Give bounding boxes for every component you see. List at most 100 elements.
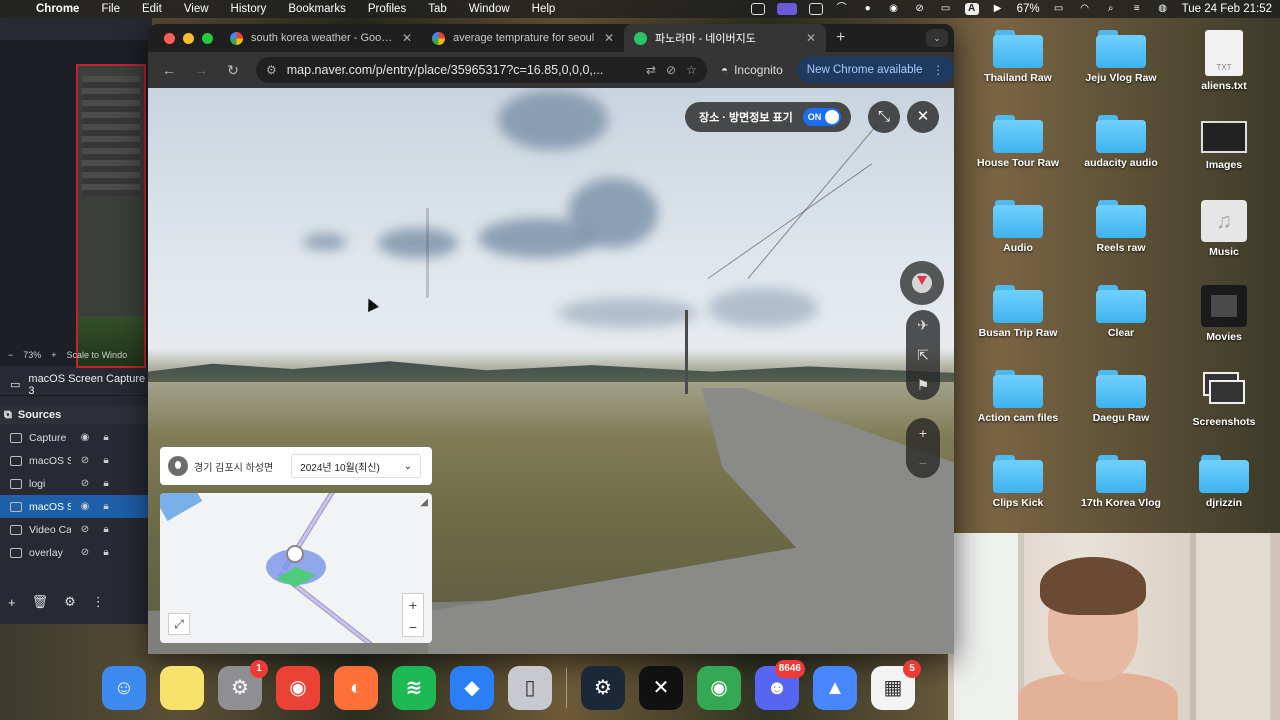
position-marker-icon[interactable] [286,545,304,563]
back-icon[interactable]: ← [160,62,178,78]
notes-app-icon[interactable] [160,666,204,710]
expand-map-icon[interactable]: ⤢ [168,613,190,635]
roblox-app-icon[interactable]: ◆ [450,666,494,710]
source-item[interactable]: macOS S ⊘ 🔒︎ [0,449,150,472]
discord-app-icon[interactable]: ☻ 8646 [755,660,805,710]
obs-preview-capture[interactable] [76,64,146,368]
control-center-icon[interactable]: ≡ [1130,3,1144,15]
close-panorama-button[interactable]: ✕ [907,101,939,133]
lock-icon[interactable]: 🔒︎ [99,432,113,443]
lock-icon[interactable]: 🔒︎ [99,524,113,535]
iphone-mirroring-app-icon[interactable]: ▯ [508,666,552,710]
menu-app-name[interactable]: Chrome [36,3,79,15]
desktop-item[interactable]: djrizzin [1174,455,1274,509]
minimize-window-button[interactable] [183,32,194,44]
eye-icon[interactable]: ◉ [78,432,92,443]
window-icon[interactable] [808,3,823,15]
report-icon[interactable]: ⚑ [917,370,930,400]
incognito-indicator[interactable]: ◓ Incognito [721,63,783,77]
close-tab-icon[interactable]: ✕ [806,31,816,45]
menu-tab[interactable]: Tab [428,3,447,15]
lock-icon[interactable]: 🔒︎ [99,501,113,512]
mini-map[interactable]: ◢ + − ⤢ [160,493,432,643]
source-item[interactable]: Capture ◉ 🔒︎ [0,426,150,449]
menu-view[interactable]: View [184,3,209,15]
eye-hidden-icon[interactable]: ⊘ [78,524,92,535]
desktop-item[interactable]: Clips Kick [968,455,1068,509]
record-icon[interactable]: ◉ [887,3,901,15]
desktop-item[interactable]: Daegu Raw [1071,370,1171,424]
lock-icon[interactable]: 🔒︎ [99,478,113,489]
siri-icon[interactable]: ◍ [1156,3,1170,15]
add-source-button[interactable]: + [8,595,16,610]
toggle-switch[interactable]: ON [802,108,841,126]
close-tab-icon[interactable]: ✕ [402,31,412,45]
eye-off-icon[interactable]: ⊘ [666,63,676,77]
desktop-item[interactable]: audacity audio [1071,115,1171,169]
tab-search-icon[interactable]: ⌄ [926,29,948,47]
clipboard-icon[interactable]: ▭ [939,3,953,15]
url-text[interactable]: map.naver.com/p/entry/place/35965317?c=1… [287,63,636,77]
site-info-icon[interactable]: ⚙ [266,63,277,77]
map-fold-icon[interactable]: ◢ [420,497,428,508]
menu-history[interactable]: History [231,3,267,15]
capcut-app-icon[interactable]: ✕ [639,666,683,710]
obs-scale-label[interactable]: Scale to Windo [67,350,128,360]
desktop-item[interactable]: Audio [968,200,1068,254]
tab-naver-map-panorama[interactable]: 파노라마 - 네이버지도 ✕ [624,24,826,52]
battery-percent[interactable]: 67% [1017,3,1040,15]
desktop-item[interactable]: 17th Korea Vlog [1071,455,1171,509]
gear-icon[interactable]: ⚙ [64,594,76,610]
desktop-item[interactable]: Thailand Raw [968,30,1068,84]
play-icon[interactable]: ▶ [991,3,1005,15]
chrome-app-icon[interactable]: ◉ [276,666,320,710]
desktop-item[interactable]: Action cam files [968,370,1068,424]
menu-profiles[interactable]: Profiles [368,3,406,15]
screen-share-icon[interactable] [776,3,797,15]
desktop-item[interactable]: Jeju Vlog Raw [1071,30,1171,84]
new-tab-button[interactable]: + [826,29,855,47]
desktop-item[interactable]: Movies [1174,285,1274,343]
forward-icon[interactable]: → [192,62,210,78]
lock-icon[interactable]: 🔒︎ [99,547,113,558]
eye-hidden-icon[interactable]: ⊘ [78,478,92,489]
source-item-selected[interactable]: macOS S ◉ 🔒︎ [0,495,150,518]
mini-map-zoom-in-icon[interactable]: + [403,594,423,616]
zoom-window-button[interactable] [202,32,213,44]
input-source-icon[interactable]: A [964,3,979,15]
settings-app-icon[interactable]: ⚙ 1 [218,660,268,710]
compass-icon[interactable] [900,261,944,305]
source-item[interactable]: logi ⊘ 🔒︎ [0,472,150,495]
close-tab-icon[interactable]: ✕ [604,31,614,45]
activity-icon[interactable]: ⌒ [835,3,849,15]
new-chrome-available-button[interactable]: New Chrome available ⋮ [796,57,954,83]
more-vert-icon[interactable]: ⋮ [933,63,945,77]
dnd-icon[interactable]: ⊘ [913,3,927,15]
desktop-item[interactable]: Images [1174,115,1274,171]
bookmark-star-icon[interactable]: ☆ [686,63,697,77]
eye-hidden-icon[interactable]: ⊘ [78,547,92,558]
menu-edit[interactable]: Edit [142,3,162,15]
trash-icon[interactable]: 🗑︎ [32,594,49,610]
eye-icon[interactable]: ◉ [78,501,92,512]
obs-preview[interactable] [0,40,150,368]
firefox-app-icon[interactable]: ◐ [334,666,378,710]
tab-south-korea-weather[interactable]: south korea weather - Google ✕ [220,24,422,52]
translate-icon[interactable]: ⇄ [646,63,656,77]
desktop-item[interactable]: Clear [1071,285,1171,339]
zoom-out-button[interactable]: − [8,350,13,360]
battery-icon[interactable]: ▭ [1052,3,1066,15]
desktop-item[interactable]: Screenshots [1174,370,1274,428]
desktop-item[interactable]: TXT aliens.txt [1174,30,1274,92]
steam-app-icon[interactable]: ⚙ [581,666,625,710]
nordvpn-app-icon[interactable]: ▲ [813,666,857,710]
zoom-out-icon[interactable]: − [919,448,927,478]
wifi-icon[interactable]: ◠ [1078,3,1092,15]
desktop-item[interactable]: Reels raw [1071,200,1171,254]
address-bar[interactable]: ⚙ map.naver.com/p/entry/place/35965317?c… [256,57,707,83]
date-select[interactable]: 2024년 10월(최신) ⌄ [291,454,422,478]
airplane-view-icon[interactable]: ✈ [917,310,929,340]
chrome-app-2-icon[interactable]: ◉ [697,666,741,710]
reload-icon[interactable]: ↻ [224,62,242,79]
obs-status-icon[interactable] [750,3,765,15]
